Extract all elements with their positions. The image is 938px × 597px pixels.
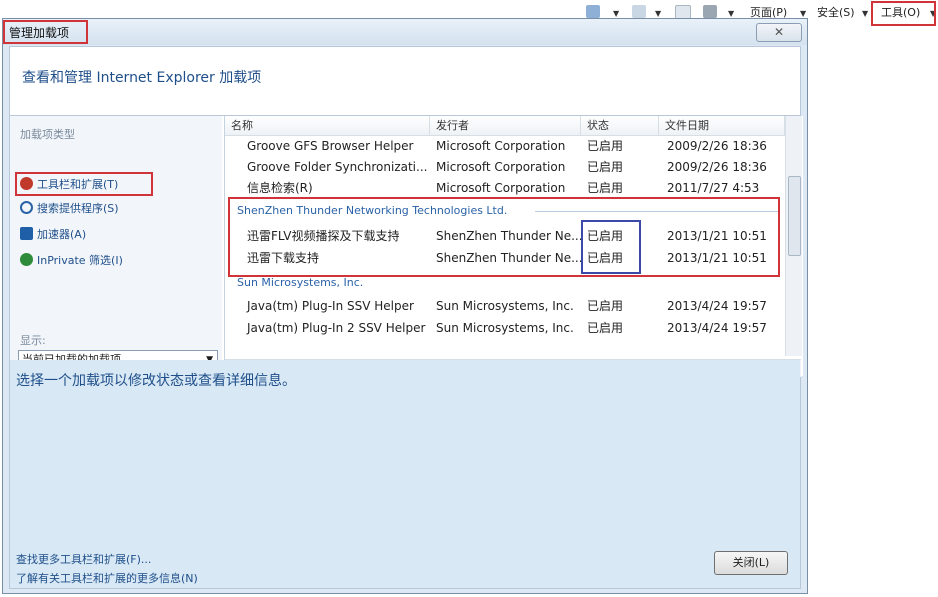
vertical-scrollbar[interactable] — [785, 116, 802, 356]
details-panel: 选择一个加载项以修改状态或查看详细信息。 查找更多工具栏和扩展(F)... 了解… — [10, 360, 800, 588]
addon-name: Java(tm) Plug-In 2 SSV Helper — [247, 321, 426, 335]
thunder-highlight-box — [228, 197, 780, 277]
addon-type-accelerators[interactable]: 加速器(A) — [20, 226, 86, 244]
print-icon[interactable] — [703, 5, 717, 18]
search-icon — [20, 201, 33, 214]
table-row[interactable]: Groove GFS Browser Helper Microsoft Corp… — [225, 136, 785, 156]
table-row[interactable]: Groove Folder Synchronizati... Microsoft… — [225, 157, 785, 177]
addon-status: 已启用 — [587, 321, 624, 335]
accelerator-icon — [20, 227, 33, 240]
addon-status: 已启用 — [587, 139, 624, 153]
addon-date: 2011/7/27 4:53 — [667, 181, 760, 195]
addon-publisher: Microsoft Corporation — [436, 181, 566, 195]
table-row[interactable]: 信息检索(R) Microsoft Corporation 已启用 2011/7… — [225, 178, 785, 198]
addon-type-label: 加速器(A) — [37, 228, 87, 241]
tools-highlight-box — [871, 1, 936, 26]
addon-publisher: Sun Microsystems, Inc. — [436, 321, 574, 335]
addon-date: 2013/4/24 19:57 — [667, 321, 767, 335]
addon-publisher: Microsoft Corporation — [436, 160, 566, 174]
addon-status: 已启用 — [587, 299, 624, 313]
home-icon[interactable] — [586, 5, 600, 18]
addon-list: 名称 发行者 状态 文件日期 Groove GFS Browser Helper… — [224, 116, 803, 377]
home-dropdown-arrow-icon[interactable]: ▼ — [613, 9, 619, 18]
addon-type-label: 搜索提供程序(S) — [37, 202, 119, 215]
scrollbar-thumb[interactable] — [788, 176, 801, 256]
manage-addons-dialog: 管理加载项 ✕ 查看和管理 Internet Explorer 加载项 加载项类… — [2, 18, 808, 594]
addon-date: 2009/2/26 18:36 — [667, 160, 767, 174]
feeds-dropdown-arrow-icon[interactable]: ▼ — [655, 9, 661, 18]
feeds-icon[interactable] — [632, 5, 646, 18]
status-highlight-box — [581, 220, 641, 274]
column-header-date[interactable]: 文件日期 — [659, 116, 785, 136]
addon-date: 2009/2/26 18:36 — [667, 139, 767, 153]
column-header-status[interactable]: 状态 — [581, 116, 659, 136]
addon-date: 2013/4/24 19:57 — [667, 299, 767, 313]
dialog-client: 查看和管理 Internet Explorer 加载项 加载项类型 工具栏和扩展… — [9, 46, 803, 589]
title-bar: 管理加载项 ✕ — [3, 19, 807, 45]
addon-name: Java(tm) Plug-In SSV Helper — [247, 299, 414, 313]
addon-publisher: Microsoft Corporation — [436, 139, 566, 153]
column-header-name[interactable]: 名称 — [225, 116, 430, 136]
close-icon[interactable]: ✕ — [756, 23, 802, 42]
safety-dropdown-arrow-icon[interactable]: ▼ — [862, 9, 868, 18]
addon-status: 已启用 — [587, 160, 624, 174]
safety-menu[interactable]: 安全(S) — [817, 4, 855, 22]
group-header-sun: Sun Microsystems, Inc. — [237, 276, 364, 289]
print-dropdown-arrow-icon[interactable]: ▼ — [728, 9, 734, 18]
addon-status: 已启用 — [587, 181, 624, 195]
show-label: 显示: — [20, 334, 46, 347]
addon-types-pane: 加载项类型 工具栏和扩展(T) 搜索提供程序(S) 加速器(A) InPriva… — [10, 116, 222, 374]
addon-types-label: 加载项类型 — [20, 128, 75, 141]
close-button[interactable]: 关闭(L) — [714, 551, 788, 575]
dialog-header: 查看和管理 Internet Explorer 加载项 — [22, 70, 262, 86]
addon-type-inprivate[interactable]: InPrivate 筛选(I) — [20, 252, 123, 270]
page-dropdown-arrow-icon[interactable]: ▼ — [800, 9, 806, 18]
addon-type-search[interactable]: 搜索提供程序(S) — [20, 200, 119, 218]
addon-name: Groove GFS Browser Helper — [247, 139, 414, 153]
addon-name: 信息检索(R) — [247, 181, 313, 195]
addon-type-label: InPrivate 筛选(I) — [37, 254, 123, 267]
addon-publisher: Sun Microsystems, Inc. — [436, 299, 574, 313]
column-header-publisher[interactable]: 发行者 — [430, 116, 581, 136]
learn-more-link[interactable]: 了解有关工具栏和扩展的更多信息(N) — [16, 570, 198, 586]
title-highlight-box — [3, 20, 88, 44]
inprivate-icon — [20, 253, 33, 266]
table-row[interactable]: Java(tm) Plug-In 2 SSV Helper Sun Micros… — [225, 318, 785, 338]
table-row[interactable]: Java(tm) Plug-In SSV Helper Sun Microsys… — [225, 296, 785, 316]
addon-name: Groove Folder Synchronizati... — [247, 160, 428, 174]
details-info-text: 选择一个加载项以修改状态或查看详细信息。 — [16, 373, 296, 389]
find-more-link[interactable]: 查找更多工具栏和扩展(F)... — [16, 551, 151, 567]
toolbars-highlight-box — [15, 172, 153, 196]
